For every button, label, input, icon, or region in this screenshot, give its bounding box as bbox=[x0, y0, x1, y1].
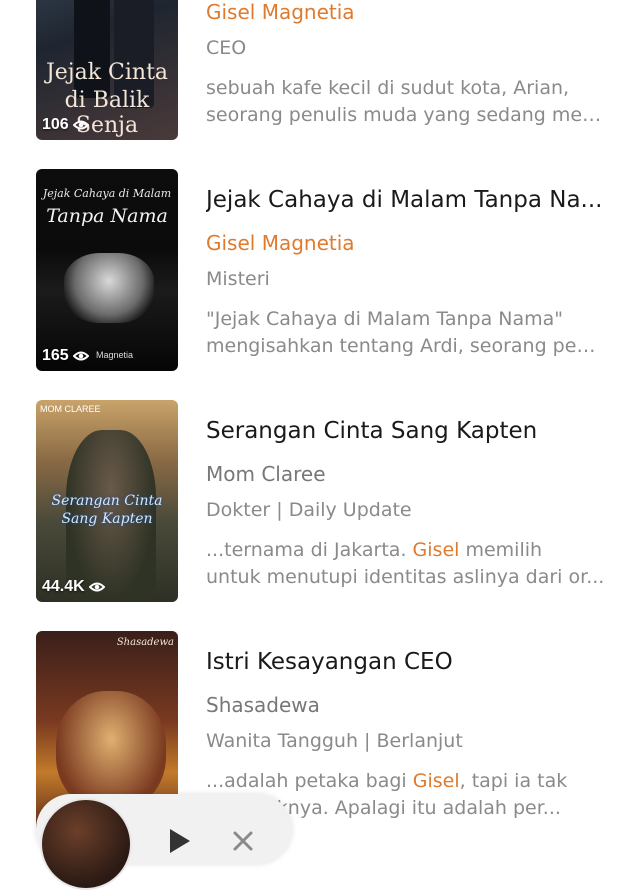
play-icon[interactable] bbox=[164, 826, 194, 856]
book-cover[interactable]: Jejak Cinta di Balik Senja 106 bbox=[36, 0, 178, 140]
book-item[interactable]: MOM CLAREE Serangan Cinta Sang Kapten 44… bbox=[0, 400, 640, 610]
eye-icon bbox=[88, 582, 105, 592]
book-tags: Misteri bbox=[206, 268, 270, 290]
book-title[interactable]: Istri Kesayangan CEO bbox=[206, 649, 616, 675]
book-description: ...ternama di Jakarta. Gisel memilih unt… bbox=[206, 539, 605, 588]
book-title[interactable]: Serangan Cinta Sang Kapten bbox=[206, 418, 616, 444]
couple-illustration bbox=[56, 691, 166, 811]
cover-author: MOM CLAREE bbox=[40, 404, 101, 414]
cover-title-line: Jejak Cinta bbox=[45, 60, 169, 85]
book-tags: Dokter | Daily Update bbox=[206, 499, 412, 521]
eye-icon bbox=[72, 120, 89, 130]
book-tags: CEO bbox=[206, 37, 247, 59]
view-count-value: 44.4K bbox=[42, 578, 85, 595]
mini-player[interactable] bbox=[36, 794, 292, 890]
close-icon[interactable] bbox=[230, 828, 256, 854]
cover-author: Shasadewa bbox=[116, 637, 174, 648]
book-title[interactable]: Jejak Cahaya di Malam Tanpa Na... bbox=[206, 187, 616, 213]
hands-illustration bbox=[64, 253, 154, 323]
cover-title-line: Tanpa Nama bbox=[46, 205, 168, 227]
cover-title-line: Jejak Cahaya di Malam bbox=[42, 187, 172, 200]
cover-author: Magnetia bbox=[96, 350, 134, 360]
view-count-value: 106 bbox=[42, 116, 69, 133]
book-author[interactable]: Shasadewa bbox=[206, 693, 320, 717]
book-author[interactable]: Gisel Magnetia bbox=[206, 231, 355, 255]
book-cover[interactable]: MOM CLAREE Serangan Cinta Sang Kapten 44… bbox=[36, 400, 178, 602]
view-count: 44.4K bbox=[42, 578, 105, 596]
book-description: "Jejak Cahaya di Malam Tanpa Nama" mengi… bbox=[206, 308, 606, 357]
book-item[interactable]: Jejak Cinta di Balik Senja 106 Gisel Mag… bbox=[0, 0, 640, 148]
view-count: 165 bbox=[42, 347, 89, 365]
cover-title-line: Serangan Cinta bbox=[51, 493, 163, 509]
book-author[interactable]: Gisel Magnetia bbox=[206, 0, 355, 24]
cover-title-line: Sang Kapten bbox=[61, 511, 153, 527]
search-highlight: Gisel bbox=[412, 770, 460, 792]
book-tags: Wanita Tangguh | Berlanjut bbox=[206, 730, 463, 752]
book-item[interactable]: Jejak Cahaya di Malam Tanpa Nama Magneti… bbox=[0, 169, 640, 379]
search-highlight: Gisel bbox=[412, 539, 460, 561]
book-list: Jejak Cinta di Balik Senja 106 Gisel Mag… bbox=[0, 0, 640, 853]
view-count: 106 bbox=[42, 116, 89, 134]
view-count-value: 165 bbox=[42, 347, 69, 364]
eye-icon bbox=[72, 351, 89, 361]
player-cover-disc[interactable] bbox=[40, 798, 132, 890]
book-cover[interactable]: Jejak Cahaya di Malam Tanpa Nama Magneti… bbox=[36, 169, 178, 371]
book-description: sebuah kafe kecil di sudut kota, Arian, … bbox=[206, 77, 606, 126]
book-author[interactable]: Mom Claree bbox=[206, 462, 326, 486]
